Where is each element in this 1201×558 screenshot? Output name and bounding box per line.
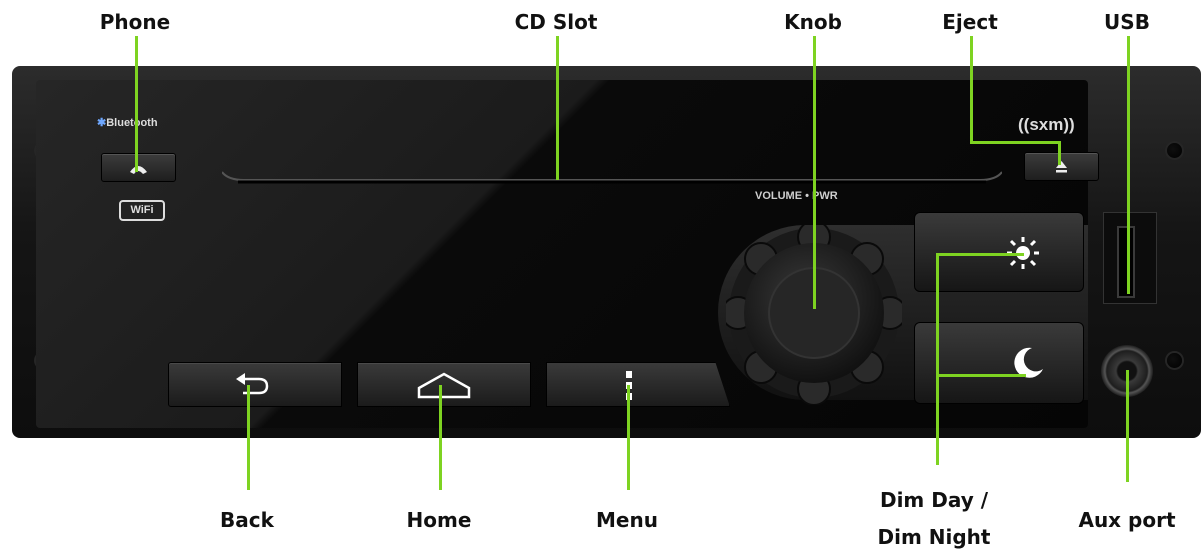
home-leader-line	[439, 385, 442, 490]
aux-port-label: Aux port	[1078, 508, 1176, 532]
eject-leader-line-h	[970, 141, 1061, 144]
knob-leader-line	[813, 36, 816, 309]
dim-night-button[interactable]	[914, 322, 1084, 404]
menu-button[interactable]	[546, 362, 730, 407]
back-leader-line	[247, 385, 250, 490]
eject-button[interactable]	[1024, 152, 1099, 181]
cd-slot-leader-line	[556, 36, 559, 180]
eject-leader-line	[970, 36, 973, 144]
home-label: Home	[406, 508, 472, 532]
dim-leader-line	[936, 253, 939, 465]
bluetooth-logo: ✱Bluetooth	[97, 117, 158, 129]
menu-leader-line	[627, 385, 630, 490]
dim-night-label: Dim Night	[877, 525, 991, 549]
aux-leader-line	[1126, 370, 1129, 482]
dim-night-leader-line-h	[936, 374, 1026, 377]
back-arrow-icon	[236, 373, 269, 395]
usb-port[interactable]	[1117, 226, 1135, 298]
home-button[interactable]	[357, 362, 531, 407]
dim-day-label: Dim Day /	[879, 488, 989, 512]
cd-slot	[222, 171, 1002, 184]
dim-day-button[interactable]	[914, 212, 1084, 292]
menu-label: Menu	[596, 508, 658, 532]
eject-label: Eject	[942, 10, 998, 34]
eject-leader-line-drop	[1058, 141, 1061, 165]
wifi-logo: WiFi	[119, 200, 165, 221]
back-button[interactable]	[168, 362, 342, 407]
dim-day-leader-line-h	[936, 253, 1024, 256]
eject-icon	[1056, 161, 1067, 173]
cd-slot-label: CD Slot	[514, 10, 598, 34]
volume-pwr-label: VOLUME • PWR	[755, 190, 838, 202]
usb-label: USB	[1104, 10, 1150, 34]
phone-leader-line	[135, 36, 138, 172]
knob-label: Knob	[784, 10, 842, 34]
sxm-logo: ((sxm))	[1018, 115, 1075, 134]
phone-icon	[130, 166, 147, 174]
back-label: Back	[220, 508, 274, 532]
usb-leader-line	[1127, 36, 1130, 294]
phone-button[interactable]	[101, 153, 176, 182]
screw	[1167, 353, 1182, 368]
home-icon	[417, 372, 471, 399]
phone-label: Phone	[99, 10, 171, 34]
screw	[1167, 143, 1182, 158]
bluetooth-icon: ✱	[97, 117, 107, 129]
